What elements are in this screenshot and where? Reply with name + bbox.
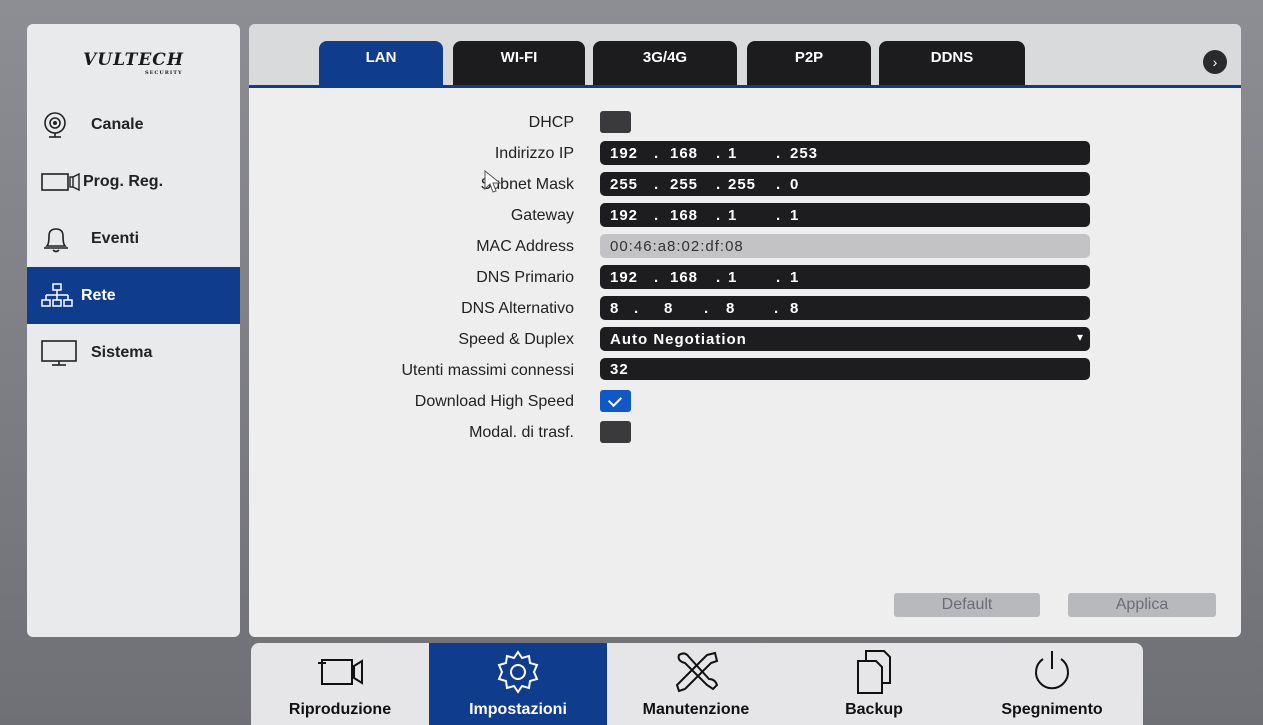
transfer-row: Modal. di trasf. <box>249 420 1241 446</box>
download-row: Download High Speed <box>249 389 1241 415</box>
next-tab-icon[interactable]: › <box>1203 50 1227 74</box>
dns2-row: DNS Alternativo 8 . 8 . 8 . 8 <box>249 296 1241 322</box>
toolbar-backup[interactable]: Backup <box>785 643 963 725</box>
mac-label: MAC Address <box>476 238 574 255</box>
dns1-seg-2: 168 <box>670 268 699 286</box>
default-button[interactable]: Default <box>894 593 1040 617</box>
gateway-seg-3: 1 <box>728 206 738 224</box>
vultech-logo: VULTECH SECURITY <box>83 50 184 76</box>
dns-alternate-field[interactable]: 8 . 8 . 8 . 8 <box>600 296 1090 320</box>
tab-3g4g[interactable]: 3G/4G <box>593 41 737 85</box>
gateway-seg-2: 168 <box>670 206 699 224</box>
network-icon <box>41 282 81 309</box>
subnet-seg-3: 255 <box>728 175 757 193</box>
copy-icon <box>854 649 894 695</box>
sidebar-item-label: Prog. Reg. <box>83 172 164 190</box>
gateway-label: Gateway <box>510 207 574 224</box>
dns1-label: DNS Primario <box>476 269 574 286</box>
ip-seg-3: 1 <box>728 144 738 162</box>
mac-row: MAC Address 00:46:a8:02:df:08 <box>249 234 1241 260</box>
gateway-seg-4: 1 <box>790 206 800 224</box>
sidebar-item-canale[interactable]: Canale <box>27 96 240 153</box>
gateway-row: Gateway 192 . 168 . 1 . 1 <box>249 203 1241 229</box>
ip-seg-2: 168 <box>670 144 699 162</box>
ip-row: Indirizzo IP 192 . 168 . 1 . 253 <box>249 141 1241 167</box>
dhcp-label: DHCP <box>528 114 574 131</box>
power-icon <box>1029 649 1075 695</box>
main-toolbar: Riproduzione Impostazioni Manutenzione B… <box>251 643 1143 725</box>
sidebar-item-label: Sistema <box>91 343 153 361</box>
ip-seg-4: 253 <box>790 144 819 162</box>
transfer-label: Modal. di trasf. <box>469 424 574 441</box>
monitor-icon <box>41 339 91 367</box>
tab-ddns[interactable]: DDNS <box>879 41 1025 85</box>
max-users-label: Utenti massimi connessi <box>401 362 575 379</box>
ip-address-field[interactable]: 192 . 168 . 1 . 253 <box>600 141 1090 165</box>
tab-wifi[interactable]: WI-FI <box>453 41 585 85</box>
dns-primary-field[interactable]: 192 . 168 . 1 . 1 <box>600 265 1090 289</box>
dns2-label: DNS Alternativo <box>461 300 574 317</box>
download-high-speed-checkbox[interactable] <box>600 390 631 412</box>
sidebar-item-label: Rete <box>81 286 116 304</box>
subnet-row: Subnet Mask 255 . 255 . 255 . 0 <box>249 172 1241 198</box>
toolbar-spegnimento[interactable]: Spegnimento <box>963 643 1141 725</box>
toolbar-impostazioni[interactable]: Impostazioni <box>429 643 607 725</box>
speed-label: Speed & Duplex <box>458 331 574 348</box>
toolbar-label: Backup <box>845 701 903 718</box>
sidebar-item-label: Eventi <box>91 229 140 247</box>
subnet-mask-field[interactable]: 255 . 255 . 255 . 0 <box>600 172 1090 196</box>
ip-seg-1: 192 <box>610 144 639 162</box>
subnet-seg-4: 0 <box>790 175 800 193</box>
dns2-seg-4: 8 <box>790 299 800 317</box>
camera-icon <box>41 111 91 139</box>
dns1-row: DNS Primario 192 . 168 . 1 . 1 <box>249 265 1241 291</box>
dns2-seg-2: 8 <box>664 299 674 317</box>
ip-label: Indirizzo IP <box>494 145 574 162</box>
sidebar-item-prog-reg[interactable]: Prog. Reg. <box>27 153 240 210</box>
max-users-row: Utenti massimi connessi 32 <box>249 358 1241 384</box>
max-users-field[interactable]: 32 <box>600 358 1090 380</box>
dhcp-row: DHCP <box>249 110 1241 136</box>
download-label: Download High Speed <box>414 393 574 410</box>
dhcp-checkbox[interactable] <box>600 111 631 133</box>
bell-icon <box>41 224 91 254</box>
toolbar-riproduzione[interactable]: Riproduzione <box>251 643 429 725</box>
sidebar: VULTECH SECURITY Canale Prog. Reg. Event… <box>27 24 240 637</box>
apply-button[interactable]: Applica <box>1068 593 1216 617</box>
mouse-cursor-icon <box>484 170 502 193</box>
subnet-seg-1: 255 <box>610 175 639 193</box>
toolbar-label: Manutenzione <box>642 701 750 718</box>
sidebar-item-sistema[interactable]: Sistema <box>27 324 240 381</box>
sidebar-item-eventi[interactable]: Eventi <box>27 210 240 267</box>
tab-bar: LAN WI-FI 3G/4G P2P DDNS › <box>249 24 1241 88</box>
settings-panel: LAN WI-FI 3G/4G P2P DDNS › DHCP Indirizz… <box>249 24 1241 637</box>
subnet-seg-2: 255 <box>670 175 699 193</box>
dns1-seg-1: 192 <box>610 268 639 286</box>
gateway-field[interactable]: 192 . 168 . 1 . 1 <box>600 203 1090 227</box>
toolbar-manutenzione[interactable]: Manutenzione <box>607 643 785 725</box>
tab-p2p[interactable]: P2P <box>747 41 871 85</box>
dns1-seg-3: 1 <box>728 268 738 286</box>
gear-icon <box>495 649 541 695</box>
tab-lan[interactable]: LAN <box>319 41 443 85</box>
tools-icon <box>671 649 721 695</box>
video-camera-icon <box>310 649 370 695</box>
toolbar-label: Spegnimento <box>1001 701 1103 718</box>
mac-address-field: 00:46:a8:02:df:08 <box>600 234 1090 258</box>
dns2-seg-1: 8 <box>610 299 620 317</box>
toolbar-label: Impostazioni <box>469 701 567 718</box>
dns1-seg-4: 1 <box>790 268 800 286</box>
sidebar-item-label: Canale <box>91 115 144 133</box>
sidebar-item-rete[interactable]: Rete <box>27 267 240 324</box>
toolbar-label: Riproduzione <box>288 701 392 718</box>
transfer-mode-checkbox[interactable] <box>600 421 631 443</box>
dns2-seg-3: 8 <box>726 299 736 317</box>
gateway-seg-1: 192 <box>610 206 639 224</box>
speed-row: Speed & Duplex Auto Negotiation <box>249 327 1241 353</box>
speed-duplex-select[interactable]: Auto Negotiation <box>600 327 1090 351</box>
